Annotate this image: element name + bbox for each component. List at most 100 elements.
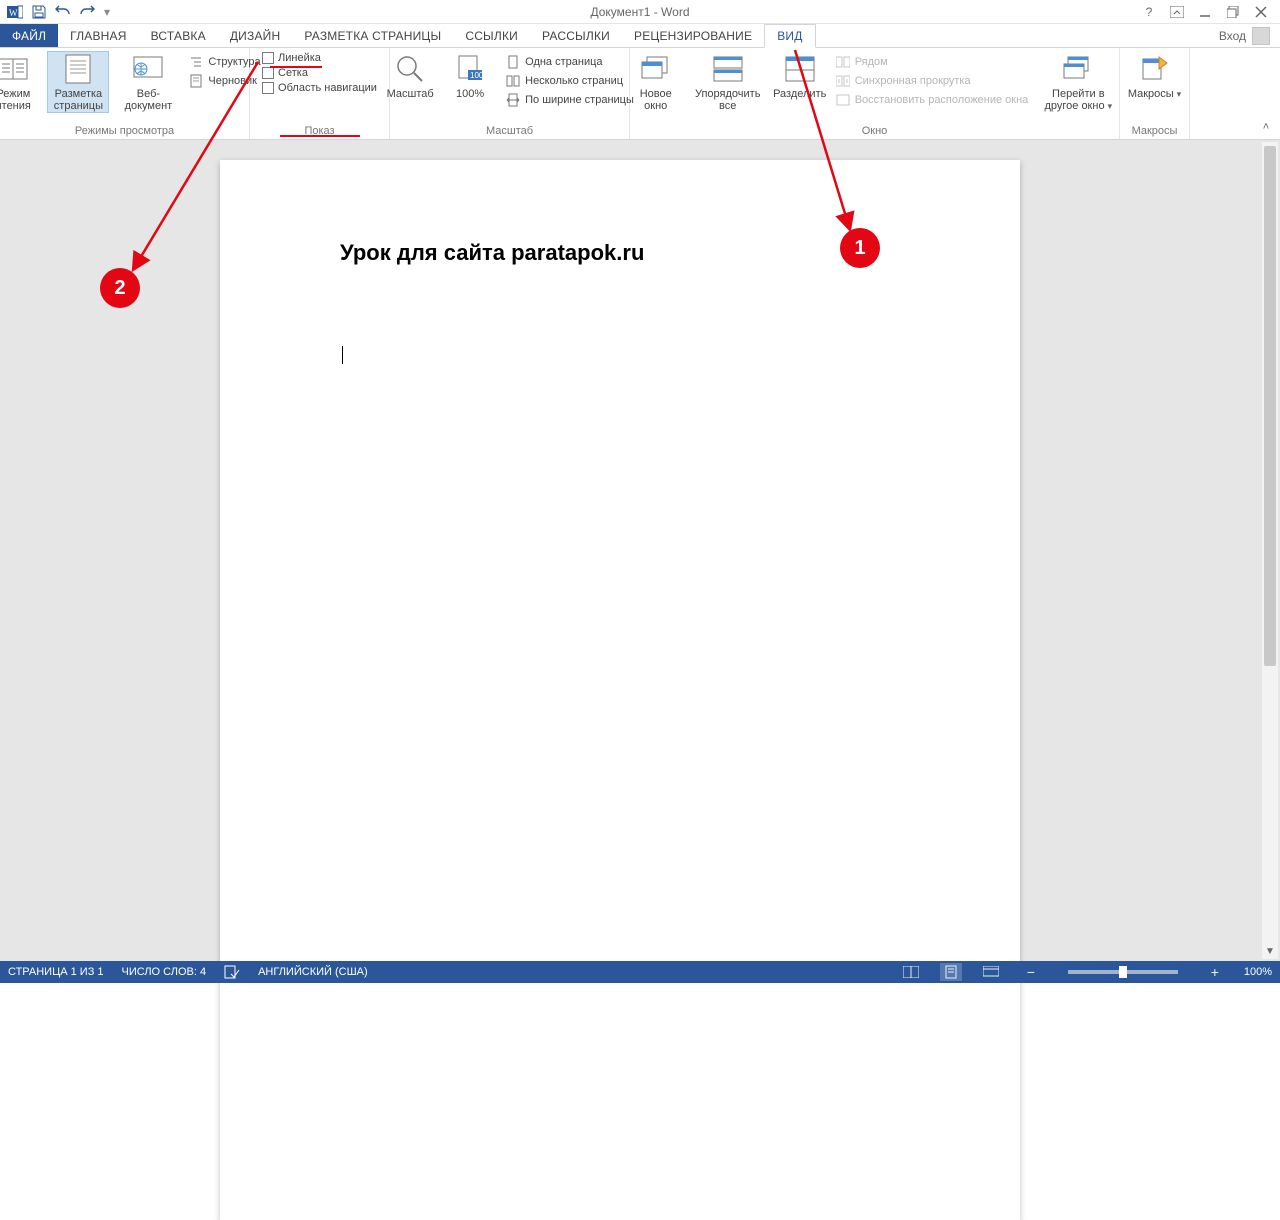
ruler-checkbox[interactable]: Линейка (262, 52, 377, 64)
sign-in-label: Вход (1219, 29, 1246, 43)
read-mode-icon (0, 52, 30, 86)
view-print-icon[interactable] (940, 963, 962, 981)
grid-checkbox[interactable]: Сетка (262, 67, 377, 79)
vertical-scrollbar[interactable]: ▲ ▼ (1262, 142, 1278, 959)
multi-page-icon (505, 73, 521, 89)
group-macros: Макросы Макросы (1120, 48, 1190, 139)
checkbox-icon (262, 52, 274, 64)
reset-pos-label: Восстановить расположение окна (855, 94, 1029, 106)
restore-icon[interactable] (1224, 3, 1242, 21)
group-zoom: Масштаб 100 100% Одна страница (390, 48, 630, 139)
one-page-button[interactable]: Одна страница (505, 54, 634, 70)
ribbon: Режим чтения Разметка страницы Веб-докум… (0, 48, 1280, 140)
web-layout-label: Веб-документ (118, 88, 178, 112)
split-label: Разделить (773, 88, 826, 100)
undo-icon[interactable] (54, 3, 72, 21)
status-page[interactable]: СТРАНИЦА 1 ИЗ 1 (8, 966, 104, 978)
tab-view[interactable]: ВИД (764, 24, 815, 48)
document-title: Документ1 - Word (0, 5, 1280, 19)
tab-design[interactable]: ДИЗАЙН (218, 24, 293, 47)
word-icon: W (6, 3, 24, 21)
group-show: Линейка Сетка Область навигации Показ (250, 48, 390, 139)
multi-page-label: Несколько страниц (525, 75, 623, 87)
side-by-side-icon (835, 54, 851, 70)
status-language[interactable]: АНГЛИЙСКИЙ (США) (258, 966, 368, 978)
macros-button[interactable]: Макросы (1130, 52, 1180, 100)
page-layout-icon (61, 52, 95, 86)
avatar-icon (1252, 27, 1270, 45)
text-cursor (342, 346, 343, 364)
callout-badge-1: 1 (840, 228, 880, 268)
ribbon-tabs: ФАЙЛ ГЛАВНАЯ ВСТАВКА ДИЗАЙН РАЗМЕТКА СТР… (0, 24, 1280, 48)
zoom-button[interactable]: Масштаб (385, 52, 435, 100)
read-mode-button[interactable]: Режим чтения (0, 52, 38, 112)
ribbon-display-icon[interactable] (1168, 3, 1186, 21)
new-window-label: Новое окно (631, 88, 681, 112)
nav-checkbox[interactable]: Область навигации (262, 82, 377, 94)
web-layout-button[interactable]: Веб-документ (118, 52, 178, 112)
one-page-icon (505, 54, 521, 70)
zoom-out-icon[interactable]: − (1020, 963, 1042, 981)
zoom-100-button[interactable]: 100 100% (445, 52, 495, 100)
zoom-100-icon: 100 (453, 52, 487, 86)
arrange-all-icon (711, 52, 745, 86)
read-mode-label: Режим чтения (0, 88, 38, 112)
group-views-label: Режимы просмотра (75, 123, 174, 139)
svg-text:W: W (9, 8, 18, 18)
status-words[interactable]: ЧИСЛО СЛОВ: 4 (122, 966, 207, 978)
redo-icon[interactable] (78, 3, 96, 21)
group-macros-label: Макросы (1132, 123, 1178, 139)
page[interactable]: Урок для сайта paratapok.ru (220, 160, 1020, 1220)
split-button[interactable]: Разделить (775, 52, 825, 100)
page-width-label: По ширине страницы (525, 94, 634, 106)
sync-scroll-label: Синхронная прокрутка (855, 75, 971, 87)
page-layout-button[interactable]: Разметка страницы (48, 52, 108, 112)
nav-label: Область навигации (278, 82, 377, 94)
reset-pos-icon (835, 92, 851, 108)
macros-label: Макросы (1128, 88, 1181, 100)
switch-window-icon (1061, 52, 1095, 86)
arrange-all-button[interactable]: Упорядочить все (691, 52, 765, 112)
zoom-in-icon[interactable]: + (1204, 963, 1226, 981)
callout-badge-2: 2 (100, 268, 140, 308)
group-views: Режим чтения Разметка страницы Веб-докум… (0, 48, 250, 139)
zoom-slider[interactable] (1068, 970, 1178, 974)
side-by-side-label: Рядом (855, 56, 888, 68)
document-workspace: Урок для сайта paratapok.ru ▲ ▼ (0, 140, 1280, 961)
sync-scroll-button: Синхронная прокрутка (835, 73, 1029, 89)
tab-references[interactable]: ССЫЛКИ (453, 24, 530, 47)
arrange-all-label: Упорядочить все (691, 88, 765, 112)
zoom-100-label: 100% (456, 88, 484, 100)
minimize-icon[interactable] (1196, 3, 1214, 21)
sign-in[interactable]: Вход (1219, 24, 1280, 47)
collapse-ribbon-icon[interactable]: ˄ (1258, 119, 1274, 135)
zoom-level[interactable]: 100% (1244, 966, 1272, 978)
outline-icon (188, 54, 204, 70)
qat-customize-icon[interactable]: ▾ (102, 3, 112, 21)
multi-page-button[interactable]: Несколько страниц (505, 73, 634, 89)
tab-insert[interactable]: ВСТАВКА (139, 24, 218, 47)
grid-label: Сетка (278, 67, 308, 79)
zoom-slider-knob[interactable] (1119, 966, 1127, 978)
save-icon[interactable] (30, 3, 48, 21)
zoom-label: Масштаб (387, 88, 434, 100)
switch-window-button[interactable]: Перейти в другое окно (1038, 52, 1118, 112)
scroll-thumb[interactable] (1264, 146, 1276, 666)
view-web-icon[interactable] (980, 963, 1002, 981)
tab-review[interactable]: РЕЦЕНЗИРОВАНИЕ (622, 24, 764, 47)
tab-file[interactable]: ФАЙЛ (0, 24, 58, 47)
group-zoom-label: Масштаб (486, 123, 533, 139)
view-read-icon[interactable] (900, 963, 922, 981)
page-width-button[interactable]: По ширине страницы (505, 92, 634, 108)
status-proofing-icon[interactable] (224, 965, 240, 979)
macros-icon (1138, 52, 1172, 86)
help-icon[interactable]: ? (1140, 3, 1158, 21)
tab-layout[interactable]: РАЗМЕТКА СТРАНИЦЫ (292, 24, 453, 47)
tab-home[interactable]: ГЛАВНАЯ (58, 24, 138, 47)
new-window-button[interactable]: Новое окно (631, 52, 681, 112)
scroll-down-icon[interactable]: ▼ (1262, 943, 1278, 959)
sync-scroll-icon (835, 73, 851, 89)
tab-mailings[interactable]: РАССЫЛКИ (530, 24, 622, 47)
split-icon (783, 52, 817, 86)
close-icon[interactable] (1252, 3, 1270, 21)
